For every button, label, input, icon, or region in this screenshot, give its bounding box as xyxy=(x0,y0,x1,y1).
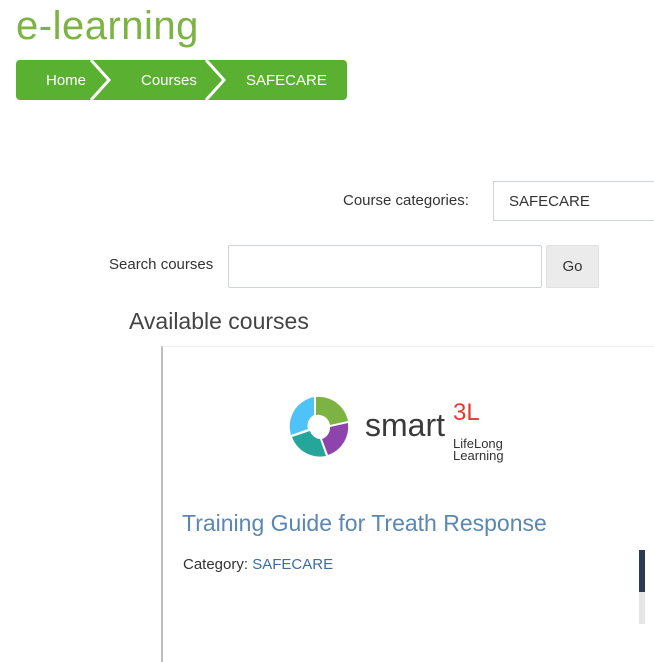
course-categories-selected: SAFECARE xyxy=(509,192,590,210)
logo-learning-text: Learning xyxy=(453,448,504,463)
logo-3l-text: 3L xyxy=(453,399,480,426)
course-title-link[interactable]: Training Guide for Treath Response xyxy=(182,510,547,537)
course-category: Category: SAFECARE xyxy=(183,556,333,573)
course-logo[interactable]: smart 3L LifeLong Learning xyxy=(287,390,517,465)
course-categories-label: Course categories: xyxy=(343,192,469,209)
go-button[interactable]: Go xyxy=(546,245,599,288)
course-category-prefix: Category: xyxy=(183,556,249,573)
page: e-learning Home Courses SAFECARE Course … xyxy=(0,0,654,662)
search-courses-input[interactable] xyxy=(228,245,542,288)
course-categories-select[interactable]: SAFECARE xyxy=(493,181,654,221)
logo-smart-text: smart xyxy=(365,407,445,443)
search-courses-label: Search courses xyxy=(109,256,214,273)
smart3l-logo-icon: smart 3L LifeLong Learning xyxy=(289,396,504,463)
breadcrumb-courses-label: Courses xyxy=(141,71,197,89)
breadcrumb-safecare[interactable]: SAFECARE xyxy=(226,60,327,100)
breadcrumb-safecare-label: SAFECARE xyxy=(246,71,327,89)
breadcrumb-separator-icon xyxy=(89,60,111,100)
breadcrumb-home-label: Home xyxy=(46,71,87,89)
course-category-link[interactable]: SAFECARE xyxy=(252,556,333,573)
available-courses-heading: Available courses xyxy=(129,308,309,334)
breadcrumb-separator-icon xyxy=(204,60,226,100)
site-title[interactable]: e-learning xyxy=(16,4,199,49)
breadcrumb: Home Courses SAFECARE xyxy=(16,60,347,100)
scrollbar-thumb[interactable] xyxy=(639,550,645,592)
